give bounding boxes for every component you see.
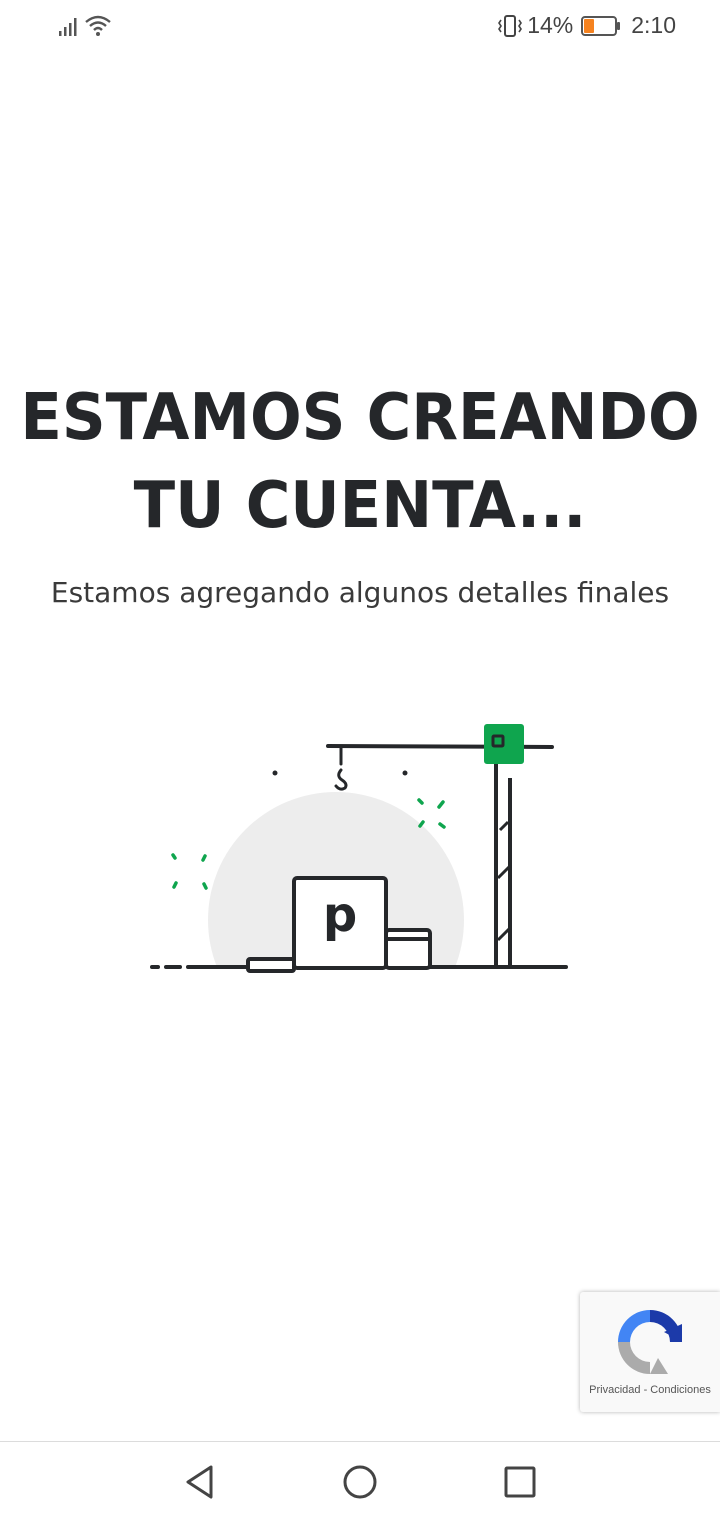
sparkle-left-1 bbox=[171, 853, 177, 860]
vibrate-icon bbox=[498, 14, 523, 37]
status-bar: 14% 2:10 bbox=[0, 0, 720, 56]
status-left bbox=[58, 14, 112, 38]
sparkle-right-1 bbox=[417, 798, 424, 805]
triangle-back-icon bbox=[186, 1465, 213, 1499]
construction-illustration: p bbox=[150, 724, 568, 973]
crane-hook bbox=[334, 768, 348, 791]
sparkle-right-4 bbox=[438, 822, 446, 829]
battery-icon bbox=[581, 15, 621, 36]
sparkle-left-3 bbox=[172, 881, 178, 889]
recaptcha-badge[interactable]: Privacidad - Condiciones bbox=[580, 1292, 720, 1412]
crane-brace-1 bbox=[498, 820, 510, 832]
home-button[interactable] bbox=[340, 1462, 380, 1502]
logo-letter: p bbox=[323, 887, 357, 943]
recaptcha-links: Privacidad - Condiciones bbox=[580, 1384, 720, 1396]
square-recents-icon bbox=[504, 1466, 536, 1498]
sparkle-left-2 bbox=[201, 854, 207, 862]
small-box-left bbox=[246, 957, 296, 973]
sparkle-right-3 bbox=[418, 820, 425, 828]
navigation-bar bbox=[0, 1441, 720, 1521]
circle-home-icon bbox=[343, 1465, 377, 1499]
battery-percent: 14% bbox=[527, 12, 574, 38]
recents-button[interactable] bbox=[500, 1462, 540, 1502]
recaptcha-terms-link[interactable]: Condiciones bbox=[650, 1384, 711, 1396]
sparkle-left-4 bbox=[202, 882, 208, 890]
page-title-line-2: TU CUENTA... bbox=[133, 469, 587, 543]
recaptcha-privacy-link[interactable]: Privacidad bbox=[589, 1384, 640, 1396]
wifi-icon bbox=[85, 15, 111, 36]
clock: 2:10 bbox=[631, 12, 676, 38]
dot-2 bbox=[402, 770, 408, 776]
page-title: ESTAMOS CREANDO TU CUENTA... bbox=[18, 374, 702, 550]
recaptcha-icon bbox=[618, 1310, 682, 1374]
page-subtitle: Estamos agregando algunos detalles final… bbox=[50, 576, 670, 609]
status-right: 14% 2:10 bbox=[497, 12, 676, 39]
box-right bbox=[384, 928, 432, 970]
sparkle-right-2 bbox=[437, 800, 445, 809]
signal-icon bbox=[59, 18, 77, 36]
dot-1 bbox=[272, 770, 278, 776]
page-title-line-1: ESTAMOS CREANDO bbox=[20, 381, 700, 455]
recaptcha-separator: - bbox=[643, 1384, 648, 1396]
back-button[interactable] bbox=[180, 1462, 220, 1502]
